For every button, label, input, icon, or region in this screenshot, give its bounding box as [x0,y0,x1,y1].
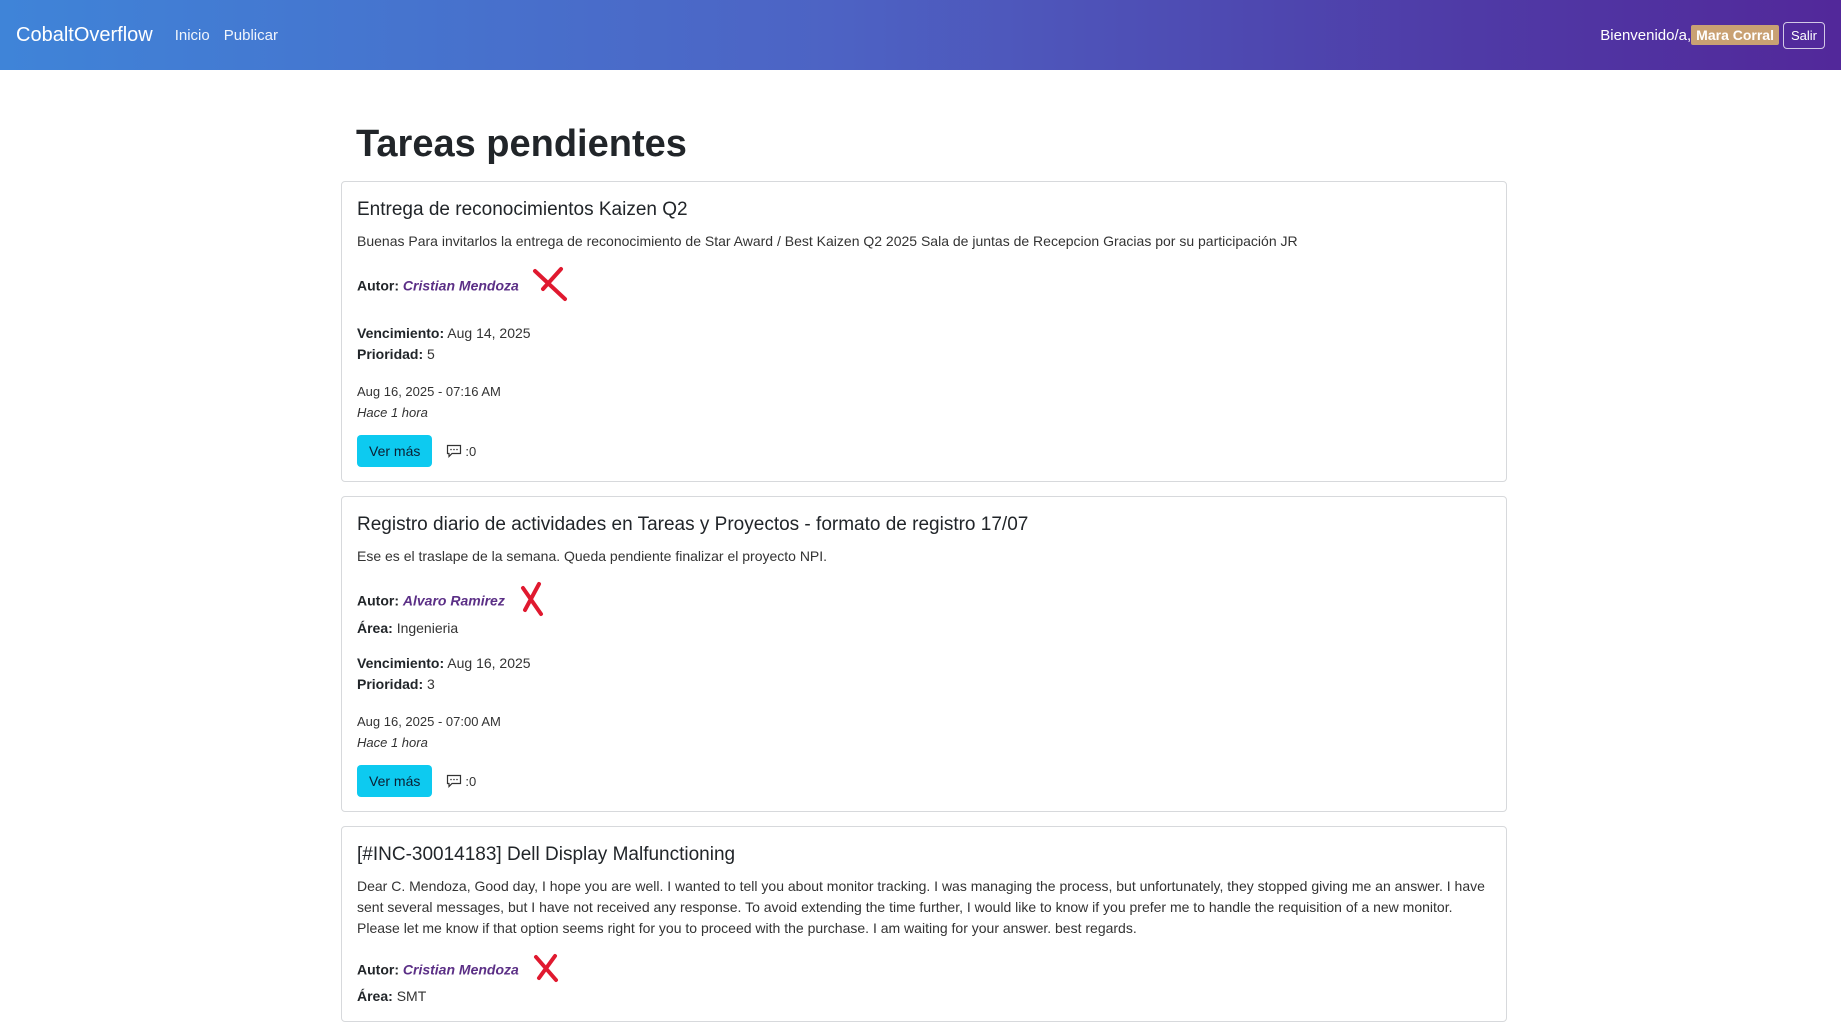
task-title: Registro diario de actividades en Tareas… [357,514,1029,535]
comment-value: 0 [468,443,477,459]
due-label: Vencimiento: [357,655,445,671]
area-label: Área: [357,620,393,636]
task-body: Buenas Para invitarlos la entrega de rec… [357,233,1298,249]
red-x-icon [531,952,561,990]
task-priority: 5 [427,346,435,362]
task-body: Dear C. Mendoza, Good day, I hope you ar… [357,878,1485,936]
main-container: Tareas pendientes Entrega de reconocimie… [341,70,1507,1036]
nav-link-publicar[interactable]: Publicar [224,27,278,44]
task-card: Entrega de reconocimientos Kaizen Q2 Bue… [341,181,1507,482]
task-card: [#INC-30014183] Dell Display Malfunction… [341,826,1507,1022]
welcome-text: Bienvenido/a, [1600,26,1692,44]
task-created-date: Aug 16, 2025 - 07:16 AM [357,384,501,399]
task-actions: Ver más : 0 [357,765,1491,797]
task-area: SMT [396,988,427,1004]
task-due-row: Vencimiento: Aug 16, 2025 [357,653,1491,674]
page-title: Tareas pendientes [356,123,687,165]
due-label: Vencimiento: [357,325,445,341]
task-author-row: Autor: Cristian Mendoza [357,952,1491,990]
task-actions: Ver más : 0 [357,435,1491,467]
task-due-row: Vencimiento: Aug 14, 2025 [357,323,1491,344]
task-body: Ese es el traslape de la semana. Queda p… [357,548,828,564]
task-due: Aug 14, 2025 [447,325,531,341]
task-area: Ingenieria [396,620,459,636]
comment-count: : 0 [446,444,476,459]
comment-value: 0 [468,773,477,789]
task-created-date: Aug 16, 2025 - 07:00 AM [357,714,501,729]
user-area: Bienvenido/a, Mara Corral Salir [1600,21,1825,49]
task-author-row: Autor: Cristian Mendoza [357,265,1491,309]
top-navbar: CobaltOverflow Inicio Publicar Bienvenid… [0,0,1841,70]
view-more-button[interactable]: Ver más [357,435,433,467]
comment-count: : 0 [446,774,476,789]
author-label: Autor: [357,277,399,294]
logout-button[interactable]: Salir [1782,21,1825,49]
red-x-icon [531,265,569,309]
task-priority-row: Prioridad: 3 [357,674,1491,695]
task-time-ago: Hace 1 hora [357,735,428,750]
priority-label: Prioridad: [357,346,424,362]
brand-link[interactable]: CobaltOverflow [16,24,153,47]
view-more-button[interactable]: Ver más [357,765,433,797]
task-title: Entrega de reconocimientos Kaizen Q2 [357,199,688,220]
task-priority: 3 [427,676,435,692]
area-label: Área: [357,988,393,1004]
task-author[interactable]: Alvaro Ramirez [403,593,505,609]
comment-icon [447,444,462,458]
nav-link-inicio[interactable]: Inicio [175,27,210,44]
task-due: Aug 16, 2025 [447,655,531,671]
task-author[interactable]: Cristian Mendoza [403,962,519,978]
comment-icon [447,774,462,788]
task-time-ago: Hace 1 hora [357,405,428,420]
priority-label: Prioridad: [357,676,424,692]
author-label: Autor: [357,961,399,978]
user-name: Mara Corral [1691,25,1779,45]
author-label: Autor: [357,592,399,609]
task-card: Registro diario de actividades en Tareas… [341,496,1507,812]
task-title: [#INC-30014183] Dell Display Malfunction… [357,844,736,865]
task-author[interactable]: Cristian Mendoza [403,278,519,294]
task-priority-row: Prioridad: 5 [357,344,1491,365]
red-x-icon [517,580,547,624]
